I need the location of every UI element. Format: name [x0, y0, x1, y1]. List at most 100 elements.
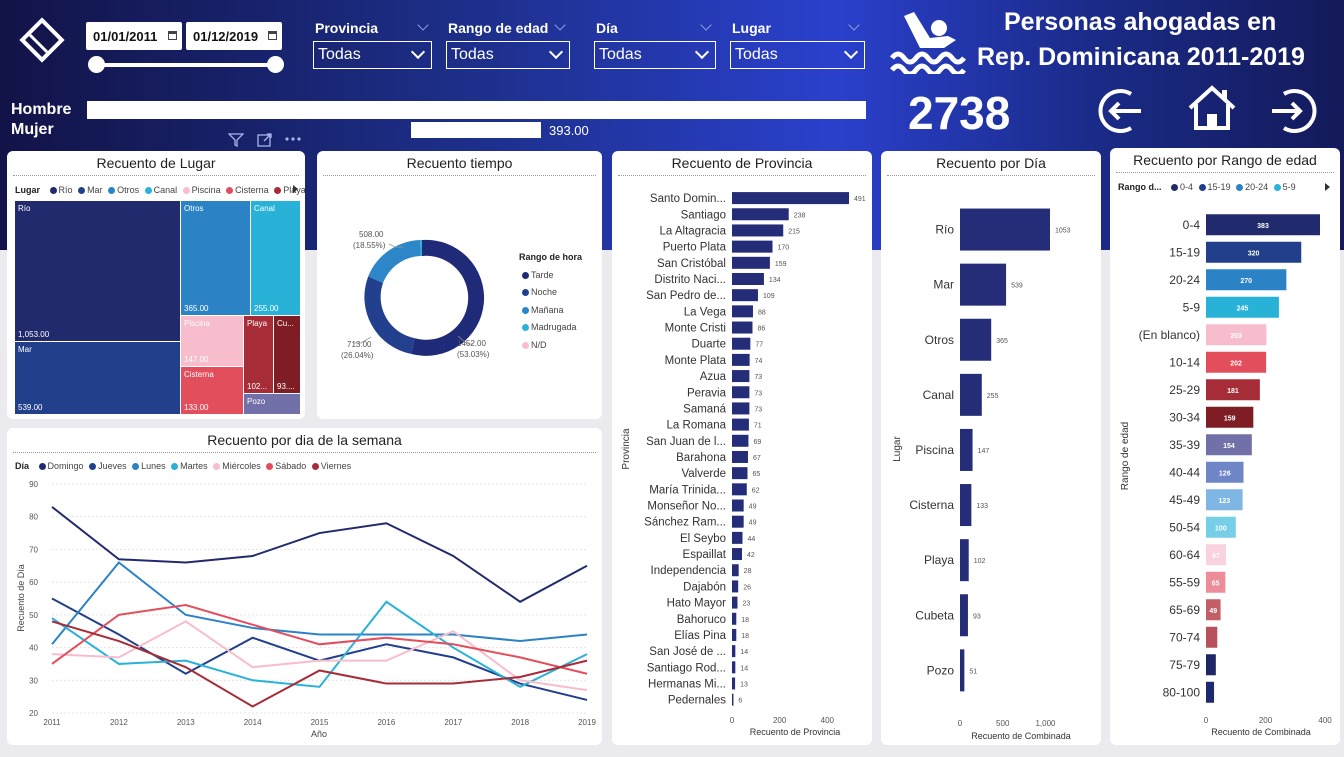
- data-label: 320: [1248, 250, 1260, 257]
- bar[interactable]: [732, 531, 743, 544]
- date-end-input[interactable]: 01/12/2019: [186, 22, 282, 50]
- filter-icon[interactable]: [228, 133, 244, 147]
- treemap-cell-pozo[interactable]: Pozo: [244, 394, 300, 414]
- line-series-lunes[interactable]: [51, 561, 588, 645]
- legend-item[interactable]: Piscina: [192, 185, 221, 195]
- bar[interactable]: [732, 515, 744, 528]
- bar[interactable]: [732, 370, 750, 383]
- bar[interactable]: [732, 693, 734, 706]
- bar[interactable]: [1206, 681, 1215, 703]
- date-slider-handle-end[interactable]: [267, 56, 284, 73]
- treemap-cell-otros[interactable]: Otros 365.00: [181, 201, 250, 315]
- card-lugar-title: Recuento de Lugar: [96, 155, 216, 171]
- bar[interactable]: [960, 318, 992, 361]
- line-series-domingo[interactable]: [51, 506, 588, 603]
- bar[interactable]: [960, 539, 969, 582]
- bar[interactable]: [960, 373, 982, 416]
- bar[interactable]: [732, 483, 747, 496]
- bar[interactable]: [732, 645, 736, 658]
- data-label: 1053: [1055, 228, 1071, 235]
- bar[interactable]: [732, 499, 744, 512]
- x-tick-label: 0: [1204, 716, 1209, 725]
- calendar-icon[interactable]: [268, 31, 277, 40]
- bar[interactable]: [732, 353, 750, 366]
- back-icon[interactable]: [1097, 86, 1149, 136]
- legend-item[interactable]: Madrugada: [531, 322, 577, 332]
- focus-mode-icon[interactable]: [257, 133, 273, 147]
- category-label: Valverde: [681, 468, 726, 480]
- bar[interactable]: [732, 289, 758, 302]
- edad-bar-chart: Rango de edad Recuento de Combinada 0-4 3…: [1120, 214, 1332, 737]
- bar[interactable]: [732, 337, 751, 350]
- legend-scroll-right-icon[interactable]: [293, 185, 298, 193]
- bar[interactable]: [960, 263, 1007, 306]
- bar[interactable]: [1206, 654, 1216, 676]
- bar[interactable]: [732, 612, 737, 625]
- treemap-cell-cubeta[interactable]: Cu... 93....: [274, 316, 300, 393]
- donut-label-manana-pct: (18.55%): [353, 241, 386, 250]
- treemap-cell-mar[interactable]: Mar 539.00: [15, 342, 180, 414]
- legend-item[interactable]: Cisterna: [235, 185, 269, 195]
- login-icon[interactable]: [1266, 86, 1318, 136]
- bar[interactable]: [732, 208, 789, 221]
- more-options-icon[interactable]: [284, 135, 302, 143]
- chevron-down-icon: [548, 44, 564, 60]
- treemap-cell-canal[interactable]: Canal 255.00: [251, 201, 300, 315]
- legend-item[interactable]: Tarde: [531, 270, 554, 280]
- filter-provincia-select[interactable]: Todas: [313, 41, 432, 69]
- legend-item[interactable]: N/D: [531, 340, 547, 350]
- bar[interactable]: [732, 256, 770, 269]
- date-start-input[interactable]: 01/01/2011: [86, 22, 182, 50]
- filter-edad-select[interactable]: Todas: [446, 41, 570, 69]
- data-label: 491: [854, 196, 866, 203]
- bar[interactable]: [732, 224, 784, 237]
- date-slider-handle-start[interactable]: [88, 56, 105, 73]
- bar[interactable]: [732, 467, 748, 480]
- treemap-cell-rio[interactable]: Río 1,053.00: [15, 201, 180, 341]
- bar[interactable]: [732, 596, 738, 609]
- bar[interactable]: [960, 208, 1050, 251]
- filter-lugar-select[interactable]: Todas: [730, 41, 865, 69]
- bar[interactable]: [732, 628, 737, 641]
- treemap-cell-piscina[interactable]: Piscina 147.00: [181, 316, 243, 366]
- bar[interactable]: [732, 386, 750, 399]
- bar[interactable]: [732, 677, 736, 690]
- bar[interactable]: [960, 649, 965, 692]
- x-tick-label: 0: [958, 719, 963, 728]
- bar[interactable]: [960, 428, 973, 471]
- bar[interactable]: [732, 402, 750, 415]
- legend-item[interactable]: Canal: [154, 185, 178, 195]
- bar[interactable]: [732, 305, 753, 318]
- bar[interactable]: [732, 661, 736, 674]
- bar[interactable]: [960, 484, 972, 527]
- bar[interactable]: [732, 418, 749, 431]
- bar[interactable]: [732, 192, 849, 205]
- bar[interactable]: [732, 450, 748, 463]
- data-label: 67: [1212, 553, 1220, 560]
- bar[interactable]: [732, 434, 749, 447]
- legend-item[interactable]: Otros: [117, 185, 139, 195]
- y-tick-label: 50: [29, 611, 38, 620]
- bar[interactable]: [1206, 626, 1218, 648]
- legend-item[interactable]: Río: [59, 185, 73, 195]
- bar[interactable]: [960, 594, 968, 637]
- treemap-cell-cisterna[interactable]: Cisterna 133.00: [181, 367, 243, 414]
- legend-item[interactable]: Mañana: [531, 305, 564, 315]
- date-slider-track[interactable]: [96, 63, 276, 67]
- bar[interactable]: [732, 240, 773, 253]
- legend-item[interactable]: Noche: [531, 287, 557, 297]
- x-tick-label: 2015: [311, 718, 329, 727]
- legend-item[interactable]: Mar: [87, 185, 103, 195]
- bar[interactable]: [732, 321, 753, 334]
- treemap-cell-playa[interactable]: Playa 102...: [244, 316, 273, 393]
- bar[interactable]: [732, 580, 739, 593]
- category-label: 10-14: [1169, 355, 1200, 369]
- donut-slice-noche[interactable]: [364, 276, 415, 354]
- bar[interactable]: [732, 548, 743, 561]
- home-icon[interactable]: [1186, 84, 1238, 132]
- bar[interactable]: [732, 564, 739, 577]
- calendar-icon[interactable]: [168, 31, 177, 40]
- bar[interactable]: [732, 272, 764, 285]
- eraser-icon[interactable]: [17, 15, 67, 65]
- filter-dia-select[interactable]: Todas: [594, 41, 716, 69]
